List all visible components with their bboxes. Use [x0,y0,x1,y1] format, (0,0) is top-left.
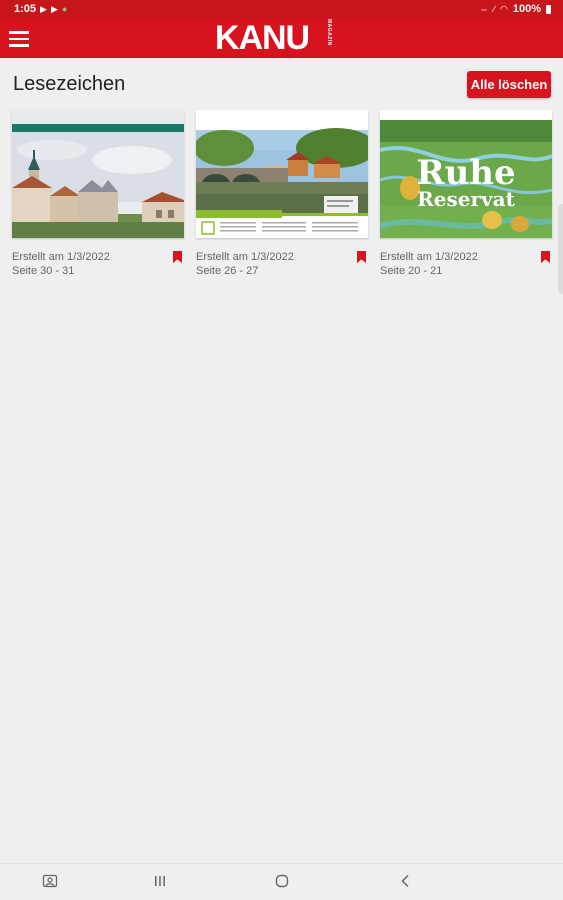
play-icon: ▶ [50,3,58,14]
page-range: Seite 30 - 31 [12,265,75,277]
battery-percent: 100% [512,3,541,15]
brand-name: KANU [214,19,310,57]
screenshot-icon[interactable] [42,873,58,894]
cover-title-line-1: Ruhe [416,153,516,193]
mute-icon: ∕ [493,3,495,14]
bookmark-card[interactable]: Erstellt am 1/3/2022 Seite 30 - 31 [12,110,184,285]
back-icon[interactable] [398,873,414,894]
created-date: Erstellt am 1/3/2022 [196,251,294,263]
home-icon[interactable] [274,873,290,894]
android-icon: ● [61,3,68,14]
page-range: Seite 26 - 27 [196,265,259,277]
bookmark-card[interactable]: Ruhe Reservat Erstellt am 1/3/2022 Seite… [380,110,552,285]
cover-title: Ruhe Reservat [380,153,552,211]
bookmark-meta: Erstellt am 1/3/2022 Seite 20 - 21 [380,250,552,278]
bookmark-meta: Erstellt am 1/3/2022 Seite 30 - 31 [12,250,184,278]
battery-icon [546,4,551,14]
wifi-icon: ◠ [500,3,508,14]
thumbnail-stone-bridge-river[interactable] [196,110,368,238]
brand-sub: MAGAZIN [326,19,333,46]
status-bar: 1:05 ▶ ▶ ● ⇔ ∕ ◠ 100% [0,0,563,18]
cover-title-line-2: Reservat [417,187,515,211]
clear-all-button[interactable]: Alle löschen [467,71,551,98]
bookmark-card[interactable]: Erstellt am 1/3/2022 Seite 26 - 27 [196,110,368,285]
recent-apps-icon[interactable] [152,873,168,894]
app-bar: KANU MAGAZIN [0,18,563,58]
status-time: 1:05 [14,3,37,15]
play-store-icon: ▶ [40,3,47,14]
thumbnail-town-with-castle[interactable] [12,110,184,238]
page-title: Lesezeichen [13,73,126,95]
created-date: Erstellt am 1/3/2022 [12,251,110,263]
brand-logo: KANU MAGAZIN [0,19,563,57]
thumbnail-river-meadow[interactable]: Ruhe Reservat [380,110,552,238]
bookmark-meta: Erstellt am 1/3/2022 Seite 26 - 27 [196,250,368,278]
system-nav-bar [0,863,563,900]
edge-panel-handle[interactable] [558,204,563,294]
page-range: Seite 20 - 21 [380,265,443,277]
created-date: Erstellt am 1/3/2022 [380,251,478,263]
link-icon: ⇔ [479,3,489,14]
